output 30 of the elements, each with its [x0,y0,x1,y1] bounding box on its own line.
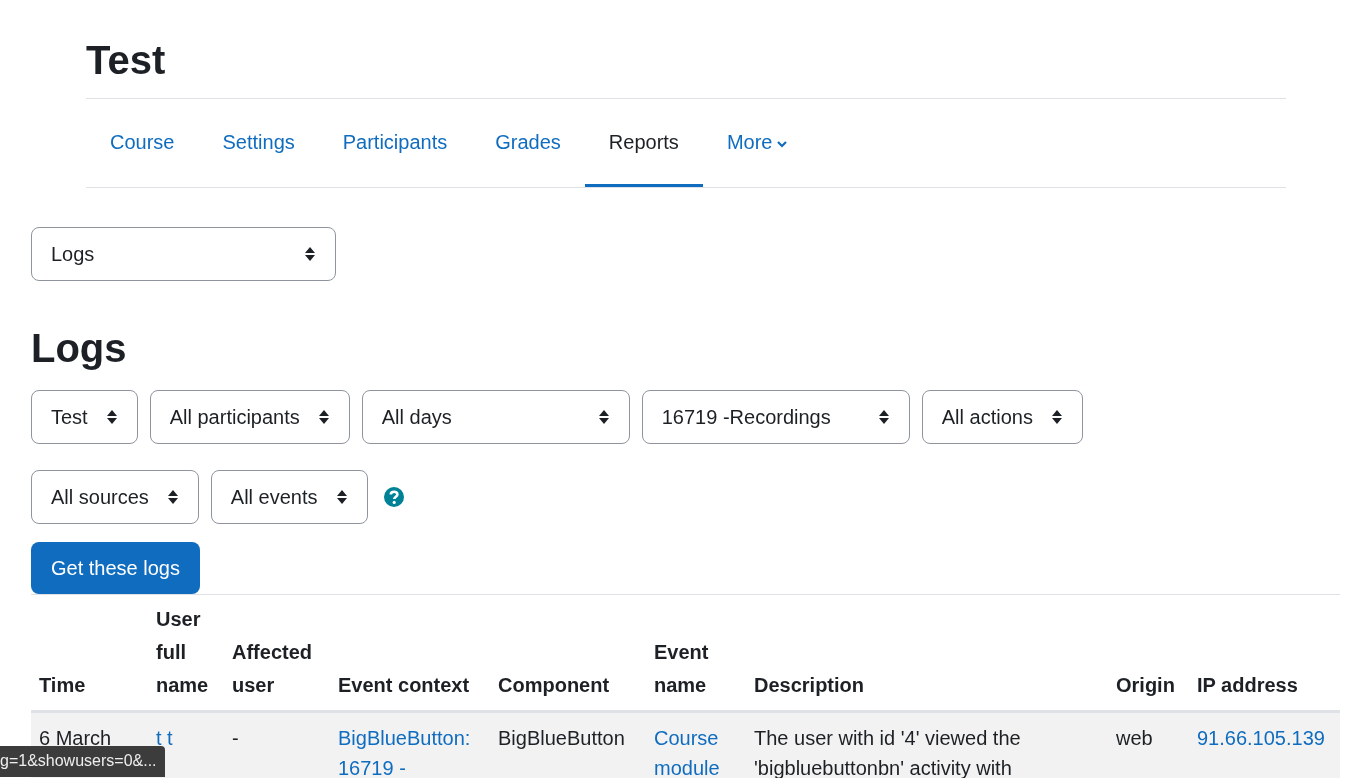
sort-arrows-icon [597,409,610,425]
table-cell: - [224,711,330,778]
sort-arrows-icon [317,409,330,425]
help-icon[interactable] [382,486,405,508]
course-title: Test [86,38,1286,99]
filter-select[interactable]: All participants [149,390,350,444]
nav-tab[interactable]: Grades [471,99,585,187]
nav-tab[interactable]: Reports [584,99,703,187]
report-select[interactable]: Logs [31,227,336,281]
filter-select[interactable]: All events [210,470,368,524]
nav-tab[interactable]: More [702,99,813,187]
nav-tab[interactable]: Course [86,99,199,187]
filter-select[interactable]: All actions [921,390,1083,444]
table-cell: web [1108,711,1189,778]
sort-arrows-icon [304,246,316,262]
status-bar-url: g=1&showusers=0&... [0,746,165,778]
sort-arrows-icon [877,409,890,425]
filter-select[interactable]: All sources [31,470,199,524]
table-cell: BigBlueButton [490,711,646,778]
sort-arrows-icon [105,409,118,425]
nav-tab[interactable]: Participants [318,99,472,187]
sort-arrows-icon [1050,409,1063,425]
filter-select[interactable]: 16719 -Recordings [641,390,910,444]
filter-select[interactable]: Test [31,390,138,444]
page-heading: Logs [31,325,128,372]
nav-tab[interactable]: Settings [198,99,319,187]
sort-arrows-icon [166,489,179,505]
sort-arrows-icon [335,489,348,505]
filter-select[interactable]: All days [361,390,630,444]
get-logs-button[interactable]: Get these logs [31,542,200,594]
